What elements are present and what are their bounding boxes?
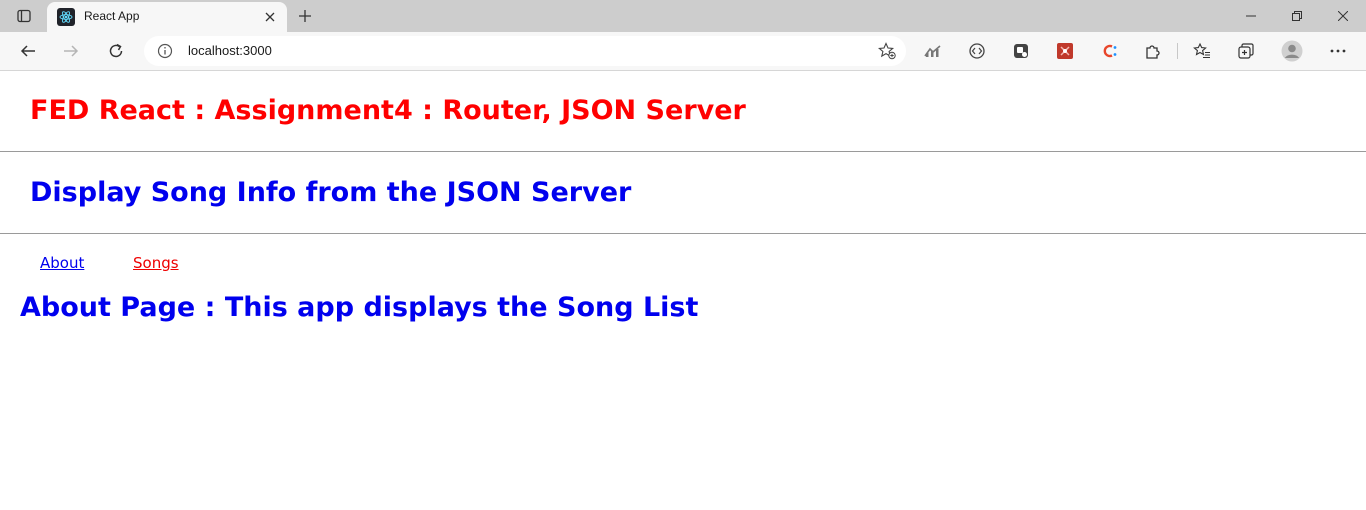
sub-heading: Display Song Info from the JSON Server [30,177,632,208]
browser-toolbar: localhost:3000 [0,32,1366,71]
divider [0,151,1366,152]
chart-bars-icon [924,45,941,57]
more-dots-icon [1330,49,1346,53]
restore-window-button[interactable] [1274,0,1320,32]
favorites-button[interactable] [1187,37,1217,65]
extension-button-3[interactable] [1050,37,1080,65]
react-logo-icon [57,8,75,26]
browser-tab-active[interactable]: React App [47,2,287,32]
new-tab-button[interactable] [292,4,318,28]
tab-actions-icon [17,9,31,23]
restore-icon [1292,11,1302,21]
forward-button[interactable] [56,37,86,65]
tab-title: React App [84,9,140,23]
star-list-icon [1193,42,1210,59]
refresh-icon [109,43,123,58]
star-plus-icon [878,42,896,60]
code-circle-icon [969,43,985,59]
settings-menu-button[interactable] [1323,37,1353,65]
about-page-heading: About Page : This app displays the Song … [20,292,699,323]
collections-button[interactable] [1231,37,1261,65]
c-brand-icon [1103,44,1117,58]
collections-icon [1238,43,1254,59]
arrow-right-icon [64,45,79,57]
tab-actions-menu-button[interactable] [10,4,38,28]
main-heading: FED React : Assignment4 : Router, JSON S… [30,95,746,126]
page-content: FED React : Assignment4 : Router, JSON S… [0,71,1366,510]
url-text[interactable]: localhost:3000 [188,43,272,58]
close-window-button[interactable] [1320,0,1366,32]
profile-button[interactable] [1277,37,1307,65]
extension-button-4[interactable] [1094,37,1124,65]
puzzle-icon [1146,45,1160,59]
arrow-left-icon [20,45,35,57]
performance-extension-button[interactable] [918,37,948,65]
nav-link-about[interactable]: About [40,254,84,272]
avatar-icon [1281,40,1303,62]
code-extension-button[interactable] [962,37,992,65]
nav-link-songs[interactable]: Songs [133,254,179,272]
puzzle-badge-icon [1014,44,1028,58]
minimize-window-button[interactable] [1228,0,1274,32]
browser-tab-strip: React App [0,0,1366,32]
react-devtools-icon [1057,43,1073,59]
close-icon [1338,11,1348,21]
add-favorite-button[interactable] [876,41,898,61]
reload-button[interactable] [101,37,131,65]
extensions-button[interactable] [1138,37,1168,65]
info-icon[interactable] [156,42,174,60]
back-button[interactable] [13,37,43,65]
extension-button-2[interactable] [1006,37,1036,65]
minimize-icon [1246,15,1256,17]
plus-icon [299,10,311,22]
toolbar-separator [1177,43,1178,59]
divider [0,233,1366,234]
close-icon [265,12,275,22]
address-bar[interactable]: localhost:3000 [144,36,906,66]
close-tab-button[interactable] [261,8,279,26]
